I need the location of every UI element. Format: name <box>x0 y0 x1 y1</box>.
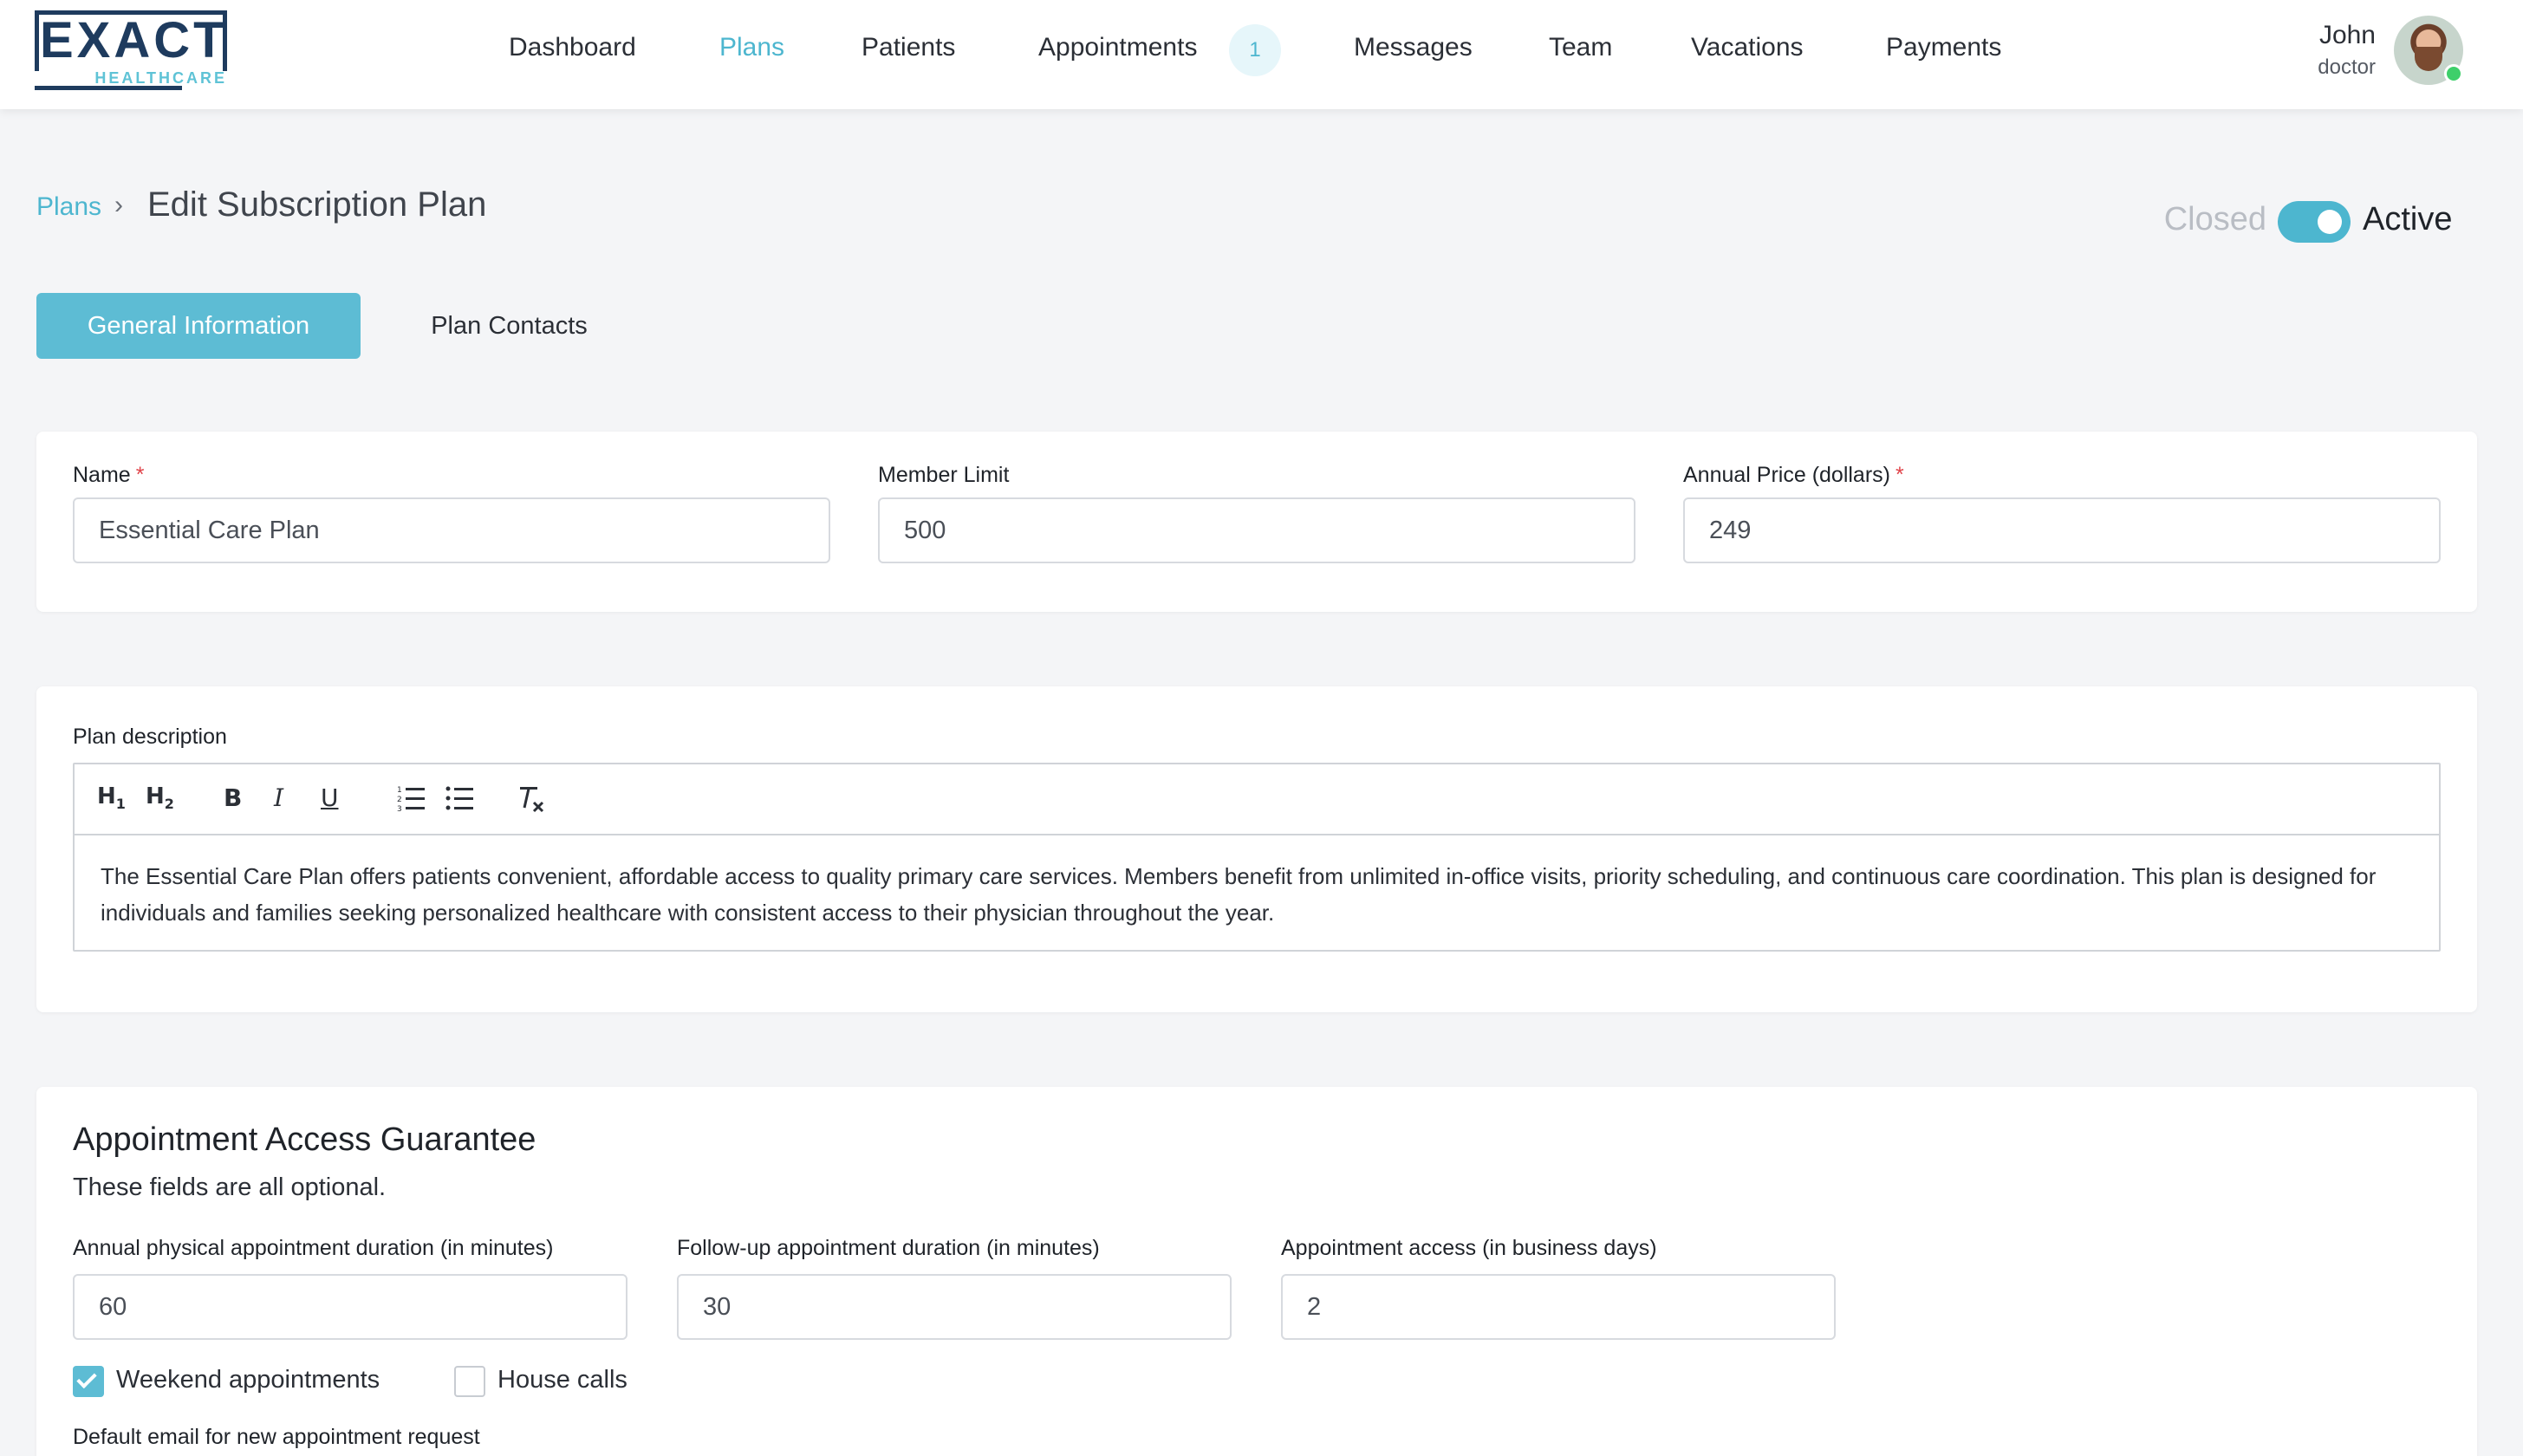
nav-item-plans[interactable]: Plans <box>719 33 784 62</box>
h2-icon[interactable]: H2 <box>146 783 174 815</box>
annual-duration-input[interactable] <box>73 1274 627 1340</box>
toggle-knob <box>2318 210 2342 234</box>
page-title: Edit Subscription Plan <box>147 185 487 224</box>
house-calls-label[interactable]: House calls <box>497 1366 627 1394</box>
required-asterisk: * <box>135 463 145 487</box>
nav-item-patients[interactable]: Patients <box>862 33 955 62</box>
status-closed-label: Closed <box>2163 201 2266 237</box>
nav-item-messages[interactable]: Messages <box>1354 33 1473 62</box>
followup-duration-input[interactable] <box>677 1274 1232 1340</box>
user-name[interactable]: John <box>2319 21 2376 50</box>
svg-text:1: 1 <box>397 786 402 795</box>
status-active-label: Active <box>2363 201 2453 237</box>
plan-description-label: Plan description <box>73 725 227 749</box>
breadcrumb-chevron-icon: › <box>114 191 123 219</box>
appointment-access-card: Appointment Access Guarantee These field… <box>36 1087 2477 1456</box>
main-nav: Dashboard Plans Patients Appointments 1 … <box>0 0 2523 101</box>
bullet-list-icon[interactable] <box>445 783 475 815</box>
h1-icon[interactable]: H1 <box>97 783 126 815</box>
clear-format-icon[interactable] <box>517 783 546 815</box>
house-calls-checkbox[interactable] <box>454 1366 485 1397</box>
tab-plan-contacts[interactable]: Plan Contacts <box>390 293 628 359</box>
appointment-access-title: Appointment Access Guarantee <box>73 1121 536 1158</box>
nav-item-vacations[interactable]: Vacations <box>1691 33 1804 62</box>
online-status-dot <box>2444 64 2463 83</box>
name-label-text: Name <box>73 463 131 487</box>
weekend-appointments-label[interactable]: Weekend appointments <box>116 1366 380 1394</box>
member-limit-input[interactable] <box>878 497 1635 563</box>
appointments-count-badge: 1 <box>1229 24 1281 76</box>
nav-item-appointments[interactable]: Appointments <box>1038 33 1197 62</box>
rich-text-editor: H1 H2 B I U 1 2 3 The Essential Care Pla… <box>73 763 2441 952</box>
editor-toolbar: H1 H2 B I U 1 2 3 <box>75 764 2439 835</box>
plan-name-input[interactable] <box>73 497 830 563</box>
nav-item-dashboard[interactable]: Dashboard <box>509 33 636 62</box>
svg-text:3: 3 <box>397 805 402 813</box>
user-role: doctor <box>2318 55 2376 79</box>
svg-text:2: 2 <box>397 796 402 804</box>
nav-item-team[interactable]: Team <box>1549 33 1612 62</box>
annual-price-field-label: Annual Price (dollars) * <box>1683 463 1904 488</box>
name-field-label: Name * <box>73 463 144 488</box>
annual-duration-label: Annual physical appointment duration (in… <box>73 1236 554 1260</box>
annual-price-label-text: Annual Price (dollars) <box>1683 463 1890 487</box>
bold-icon[interactable]: B <box>224 783 242 815</box>
nav-item-payments[interactable]: Payments <box>1886 33 2001 62</box>
ordered-list-icon[interactable]: 1 2 3 <box>397 783 426 815</box>
plan-description-card: Plan description H1 H2 B I U 1 2 3 The E… <box>36 686 2477 1012</box>
avatar-beard-shape <box>2415 47 2442 71</box>
appointment-access-days-label: Appointment access (in business days) <box>1281 1236 1657 1260</box>
top-navigation-bar: EXACT HEALTHCARE Dashboard Plans Patient… <box>0 0 2523 109</box>
tab-general-information[interactable]: General Information <box>36 293 361 359</box>
member-limit-label: Member Limit <box>878 463 1010 487</box>
plan-status-toggle[interactable] <box>2278 201 2351 243</box>
weekend-appointments-checkbox[interactable] <box>73 1366 104 1397</box>
italic-icon[interactable]: I <box>274 783 283 815</box>
plan-description-text[interactable]: The Essential Care Plan offers patients … <box>101 858 2415 931</box>
plan-basics-card: Name* Member Limit Annual Price (dollars… <box>36 432 2477 612</box>
followup-duration-label: Follow-up appointment duration (in minut… <box>677 1236 1100 1260</box>
breadcrumb-plans-link[interactable]: Plans <box>36 192 101 222</box>
check-icon <box>76 1368 97 1389</box>
appointment-access-subtitle: These fields are all optional. <box>73 1173 387 1201</box>
appointment-access-days-input[interactable] <box>1281 1274 1836 1340</box>
underline-icon[interactable]: U <box>321 783 339 815</box>
annual-price-input[interactable] <box>1683 497 2441 563</box>
default-email-label: Default email for new appointment reques… <box>73 1425 480 1449</box>
required-asterisk: * <box>1896 463 1904 487</box>
